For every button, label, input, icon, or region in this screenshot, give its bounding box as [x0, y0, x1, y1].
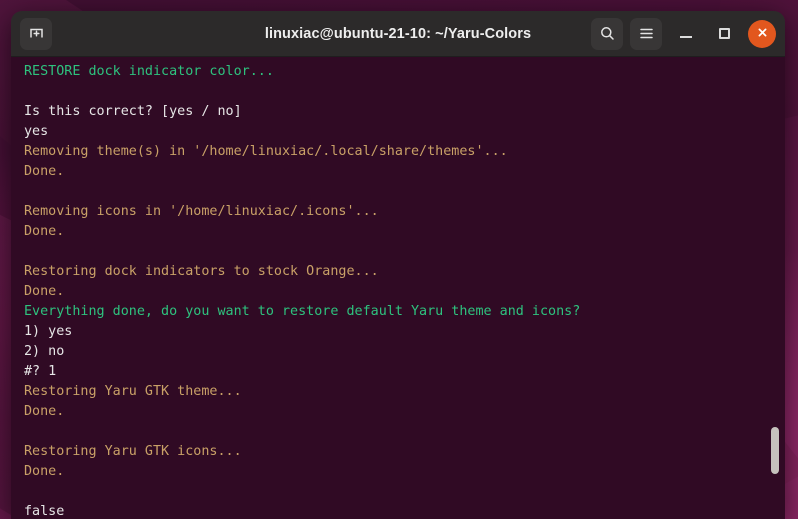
menu-button[interactable] — [630, 17, 662, 50]
terminal-text-segment: Done. — [24, 284, 65, 299]
terminal-line: Done. — [24, 162, 785, 182]
terminal-line: yes — [24, 122, 785, 142]
terminal-line: Done. — [24, 282, 785, 302]
new-tab-icon — [28, 25, 45, 42]
search-button[interactable] — [591, 17, 623, 50]
terminal-text-segment: Done. — [24, 224, 65, 239]
terminal-text-segment: 1) yes — [24, 324, 73, 339]
terminal-line: 2) no — [24, 342, 785, 362]
window-titlebar: linuxiac@ubuntu-21-10: ~/Yaru-Colors — [11, 11, 785, 57]
terminal-line: false — [24, 502, 785, 519]
scrollbar-thumb[interactable] — [771, 427, 779, 474]
close-icon — [756, 24, 769, 43]
terminal-output: RESTORE dock indicator color... Is this c… — [24, 62, 785, 519]
maximize-button[interactable] — [710, 20, 738, 48]
terminal-line: 1) yes — [24, 322, 785, 342]
terminal-body[interactable]: RESTORE dock indicator color... Is this c… — [11, 57, 785, 519]
minimize-icon — [680, 36, 692, 38]
terminal-line: RESTORE dock indicator color... — [24, 62, 785, 82]
terminal-line: Restoring dock indicators to stock Orang… — [24, 262, 785, 282]
terminal-text-segment: RESTORE dock indicator color... — [24, 64, 274, 79]
terminal-text-segment: Is this correct? [yes / no] — [24, 104, 242, 119]
terminal-text-segment: yes — [24, 124, 49, 139]
terminal-text-segment: Restoring Yaru GTK theme... — [24, 384, 242, 399]
terminal-text-segment: Restoring Yaru GTK icons... — [24, 444, 242, 459]
terminal-line: Removing icons in '/home/linuxiac/.icons… — [24, 202, 785, 222]
terminal-line: #? 1 — [24, 362, 785, 382]
new-tab-button[interactable] — [20, 17, 52, 50]
terminal-line: Everything done, do you want to restore … — [24, 302, 785, 322]
terminal-line: Done. — [24, 222, 785, 242]
terminal-text-segment: Restoring dock indicators to stock Orang… — [24, 264, 379, 279]
search-icon — [599, 25, 616, 42]
terminal-text-segment: false — [24, 504, 65, 519]
terminal-text-segment: 2) no — [24, 344, 65, 359]
hamburger-menu-icon — [638, 25, 655, 42]
close-button[interactable] — [748, 19, 776, 48]
minimize-button[interactable] — [672, 20, 700, 48]
terminal-line: Restoring Yaru GTK theme... — [24, 382, 785, 402]
maximize-icon — [718, 28, 730, 39]
terminal-scrollbar[interactable] — [768, 57, 781, 519]
terminal-text-segment: Everything done, do you want to restore … — [24, 304, 581, 319]
terminal-text-segment: Removing theme(s) in '/home/linuxiac/.lo… — [24, 144, 508, 159]
terminal-window: linuxiac@ubuntu-21-10: ~/Yaru-Colors RES… — [11, 11, 785, 519]
window-controls — [591, 17, 776, 50]
terminal-line: Done. — [24, 462, 785, 482]
terminal-line: Removing theme(s) in '/home/linuxiac/.lo… — [24, 142, 785, 162]
terminal-text-segment: Removing icons in '/home/linuxiac/.icons… — [24, 204, 379, 219]
terminal-text-segment: Done. — [24, 464, 65, 479]
terminal-line: Restoring Yaru GTK icons... — [24, 442, 785, 462]
terminal-text-segment: Done. — [24, 404, 65, 419]
terminal-line: Done. — [24, 402, 785, 422]
terminal-text-segment: Done. — [24, 164, 65, 179]
terminal-line: Is this correct? [yes / no] — [24, 102, 785, 122]
terminal-text-segment: #? 1 — [24, 364, 57, 379]
